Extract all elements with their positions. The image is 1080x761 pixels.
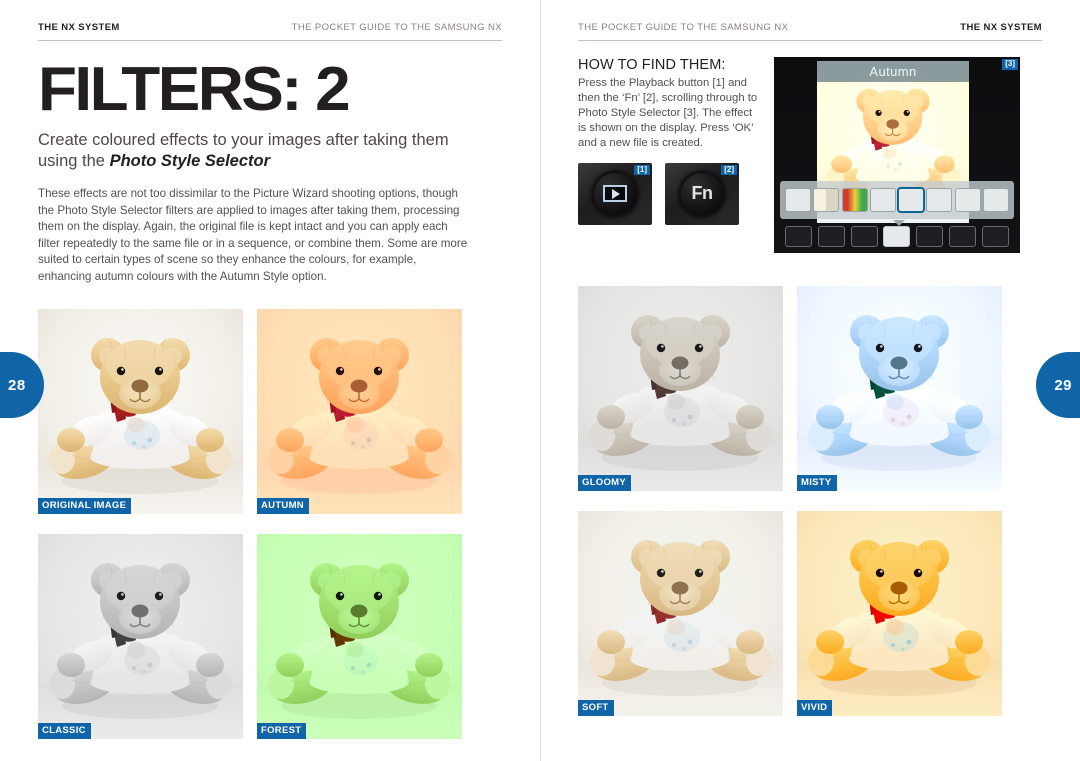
photo-style-icon[interactable] <box>883 225 911 247</box>
callout-3: [3] <box>1002 59 1018 70</box>
page-number-left-value: 28 <box>8 376 26 394</box>
callout-2: [2] <box>721 164 737 176</box>
status-badge: ORIGINAL IMAGE <box>38 498 132 514</box>
status-badge: SOFT <box>578 700 614 716</box>
sample-canvas <box>38 533 243 739</box>
left-running-head: THE NX SYSTEM THE POCKET GUIDE TO THE SA… <box>38 22 502 41</box>
lcd-status-icon-bar[interactable] <box>782 223 1012 249</box>
face-retouch-icon[interactable] <box>850 225 878 247</box>
rotate-icon[interactable] <box>949 225 977 247</box>
left-running-head-title: THE POCKET GUIDE TO THE SAMSUNG NX <box>291 22 502 33</box>
sample-canvas <box>257 308 462 514</box>
style-icon-sketch[interactable] <box>869 188 896 212</box>
right-running-head-section: THE NX SYSTEM <box>960 22 1042 33</box>
right-gallery: GLOOMY MISTY SOFT VIVID <box>578 286 1042 716</box>
body-copy: These effects are not too dissimilar to … <box>38 187 468 283</box>
sample-vivid[interactable]: VIVID <box>797 511 1002 716</box>
style-icon-colour[interactable] <box>841 188 868 212</box>
sample-forest[interactable]: FOREST <box>257 533 462 739</box>
left-running-head-section: THE NX SYSTEM <box>38 22 120 33</box>
right-running-head: THE POCKET GUIDE TO THE SAMSUNG NX THE N… <box>578 22 1042 41</box>
how-to-text-column: HOW TO FIND THEM: Press the Playback but… <box>578 57 760 253</box>
sample-canvas <box>578 286 783 491</box>
teddy-bear-photo <box>38 308 243 514</box>
playback-icon <box>603 185 627 203</box>
fn-button[interactable]: [2] Fn <box>665 162 739 225</box>
backlight-icon[interactable] <box>817 225 845 247</box>
magazine-spread: 28 29 THE NX SYSTEM THE POCKET GUIDE TO … <box>0 0 1080 761</box>
sample-gloomy[interactable]: GLOOMY <box>578 286 783 491</box>
sample-canvas <box>257 533 462 739</box>
button-ring: Fn <box>679 170 725 217</box>
lcd-style-icon-bar[interactable] <box>780 181 1014 219</box>
style-icon-vignette[interactable] <box>813 188 840 212</box>
left-gallery: ORIGINAL IMAGE AUTUMN CLASSIC FOREST <box>38 308 502 739</box>
style-icon-normal[interactable] <box>785 188 812 212</box>
status-badge: AUTUMN <box>257 498 309 514</box>
teddy-bear-photo <box>257 308 462 514</box>
sample-canvas <box>797 511 1002 716</box>
style-icon-frame[interactable] <box>982 188 1009 212</box>
status-badge: VIVID <box>797 700 833 716</box>
camera-lcd-screenshot: [3] Autumn <box>774 57 1020 253</box>
status-badge: GLOOMY <box>578 475 632 491</box>
left-page: THE NX SYSTEM THE POCKET GUIDE TO THE SA… <box>0 0 540 761</box>
red-eye-icon[interactable] <box>784 225 812 247</box>
sample-canvas <box>38 308 243 514</box>
page-number-right-value: 29 <box>1054 376 1072 394</box>
right-page: THE POCKET GUIDE TO THE SAMSUNG NX THE N… <box>540 0 1080 761</box>
fn-icon: Fn <box>691 183 714 204</box>
teddy-bear-photo <box>257 533 462 739</box>
style-icon-autumn[interactable] <box>898 188 925 212</box>
standfirst-emphasis: Photo Style Selector <box>109 152 271 171</box>
teddy-bear-photo <box>797 286 1002 491</box>
teddy-bear-photo <box>797 511 1002 716</box>
callout-1: [1] <box>634 164 650 176</box>
trim-icon[interactable] <box>981 225 1009 247</box>
teddy-bear-photo <box>38 533 243 739</box>
standfirst: Create coloured effects to your images a… <box>38 130 458 172</box>
status-badge: FOREST <box>257 723 307 739</box>
page-title: FILTERS: 2 <box>38 55 351 124</box>
how-to-find-them-block: HOW TO FIND THEM: Press the Playback but… <box>578 57 1042 253</box>
sample-canvas <box>797 286 1002 491</box>
page-gutter <box>540 0 541 761</box>
sample-classic[interactable]: CLASSIC <box>38 533 243 739</box>
status-badge: MISTY <box>797 475 837 491</box>
sample-misty[interactable]: MISTY <box>797 286 1002 491</box>
how-to-heading: HOW TO FIND THEM: <box>578 57 726 73</box>
playback-button[interactable]: [1] <box>578 162 652 225</box>
right-running-head-title: THE POCKET GUIDE TO THE SAMSUNG NX <box>578 22 789 33</box>
sample-original-image[interactable]: ORIGINAL IMAGE <box>38 308 243 514</box>
how-to-body: Press the Playback button [1] and then t… <box>578 77 758 149</box>
status-badge: CLASSIC <box>38 723 91 739</box>
sample-canvas <box>578 511 783 716</box>
style-icon-soft[interactable] <box>926 188 953 212</box>
teddy-bear-photo <box>578 511 783 716</box>
camera-button-row: [1] [2] Fn <box>578 162 760 225</box>
lcd-filter-title: Autumn <box>817 61 969 82</box>
style-icon-misty[interactable] <box>954 188 981 212</box>
sample-autumn[interactable]: AUTUMN <box>257 308 462 514</box>
sample-soft[interactable]: SOFT <box>578 511 783 716</box>
resize-icon[interactable] <box>916 225 944 247</box>
button-ring <box>592 170 638 217</box>
teddy-bear-photo <box>578 286 783 491</box>
